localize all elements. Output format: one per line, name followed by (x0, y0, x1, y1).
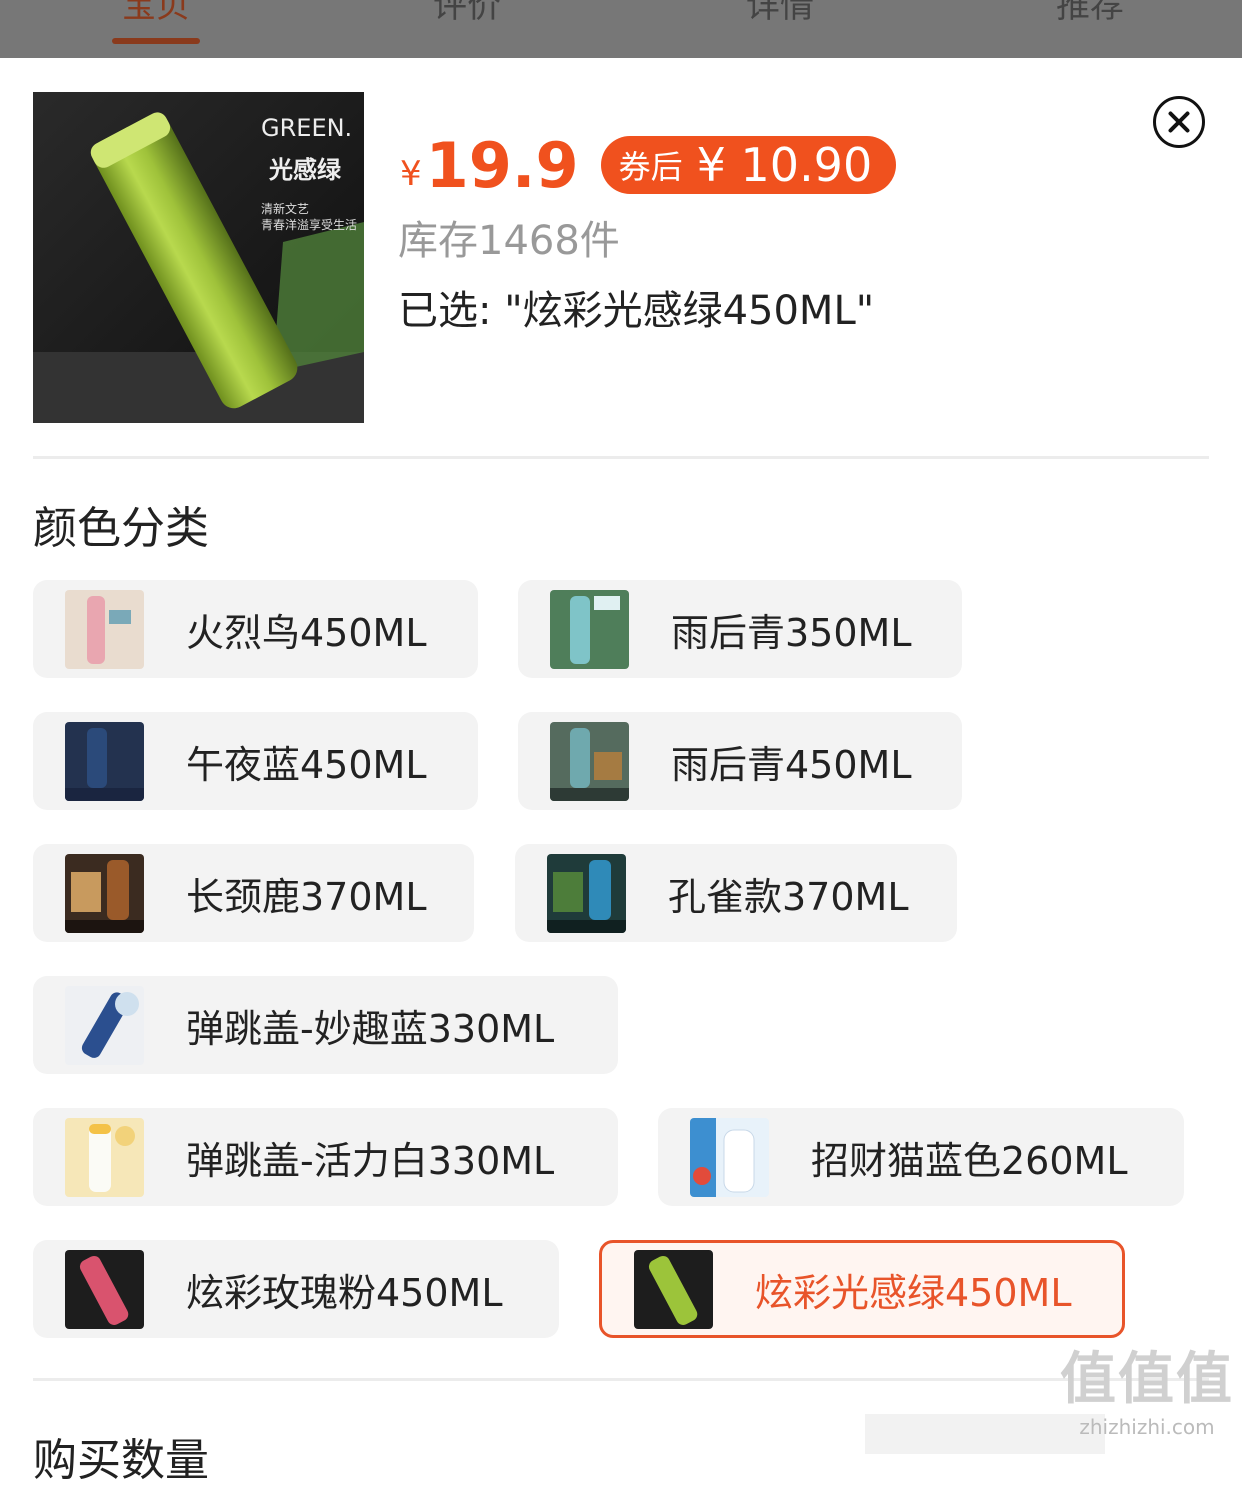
divider (33, 1378, 1209, 1381)
variant-label: 孔雀款370ML (668, 874, 909, 919)
variant-thumbnail (550, 721, 629, 801)
variant-label: 午夜蓝450ML (186, 742, 427, 787)
variant-label: 火烈鸟450ML (186, 610, 427, 655)
coupon-badge: 券后 ¥ 10.90 (600, 136, 897, 194)
active-tab-indicator (112, 38, 200, 44)
variant-thumbnail (65, 853, 144, 933)
variant-thumbnail-graphic (65, 985, 144, 1065)
sku-selection-sheet: GREEN. 光感绿 清新文艺 青春洋溢享受生活 ¥ 19.9 券后 ¥ 10.… (0, 58, 1242, 1486)
tab-pingjia[interactable]: 评价 (387, 0, 547, 27)
variant-option[interactable]: 孔雀款370ML (515, 844, 957, 942)
tab-tuijian[interactable]: 推荐 (1010, 0, 1170, 27)
image-caption-sub2: 青春洋溢享受生活 (261, 218, 358, 232)
variant-thumbnail (550, 589, 629, 669)
watermark-logo: 值值值 (1060, 1347, 1234, 1412)
variant-label: 炫彩玫瑰粉450ML (186, 1270, 503, 1315)
variant-thumbnail (690, 1117, 769, 1197)
coupon-label: 券后 (618, 148, 683, 186)
variant-thumbnail (65, 589, 144, 669)
variant-thumbnail-graphic (690, 1117, 769, 1197)
variant-option[interactable]: 雨后青450ML (518, 712, 962, 810)
variant-thumbnail-graphic (65, 721, 144, 801)
variant-thumbnail (547, 853, 626, 933)
watermark: 值值值 zhizhizhi.com (1060, 1334, 1234, 1439)
variant-thumbnail-graphic (65, 1249, 144, 1329)
variant-thumbnail (65, 1117, 144, 1197)
selected-variant: 已选: "炫彩光感绿450ML" (398, 288, 875, 334)
variant-option[interactable]: 午夜蓝450ML (33, 712, 478, 810)
tab-baobei[interactable]: 宝贝 (76, 0, 236, 27)
variant-thumbnail (65, 1249, 144, 1329)
variant-label: 弹跳盖-活力白330ML (186, 1138, 555, 1183)
variant-thumbnail-graphic (65, 853, 144, 933)
variant-label: 招财猫蓝色260ML (811, 1138, 1128, 1183)
stock-count: 库存1468件 (398, 218, 620, 264)
variant-thumbnail (634, 1249, 713, 1329)
variant-option[interactable]: 弹跳盖-活力白330ML (33, 1108, 618, 1206)
image-caption-green: GREEN. (261, 114, 353, 142)
variant-thumbnail-graphic (547, 853, 626, 933)
variant-label: 炫彩光感绿450ML (755, 1270, 1072, 1315)
variant-option[interactable]: 弹跳盖-妙趣蓝330ML (33, 976, 618, 1074)
variant-label: 雨后青350ML (671, 610, 912, 655)
variant-label: 雨后青450ML (671, 742, 912, 787)
product-image[interactable]: GREEN. 光感绿 清新文艺 青春洋溢享受生活 (33, 92, 364, 423)
currency-symbol: ¥ (400, 154, 422, 194)
variant-thumbnail-graphic (550, 589, 629, 669)
variant-thumbnail-graphic (550, 721, 629, 801)
variant-thumbnail-graphic (65, 589, 144, 669)
divider (33, 456, 1209, 459)
tab-xiangqing[interactable]: 详情 (700, 0, 860, 27)
variant-option[interactable]: 招财猫蓝色260ML (658, 1108, 1184, 1206)
variant-thumbnail (65, 721, 144, 801)
variant-option[interactable]: 雨后青350ML (518, 580, 962, 678)
close-icon[interactable] (1153, 96, 1205, 148)
variant-option[interactable]: 长颈鹿370ML (33, 844, 474, 942)
variant-label: 长颈鹿370ML (186, 874, 427, 919)
variant-label: 弹跳盖-妙趣蓝330ML (186, 1006, 555, 1051)
image-caption-cn: 光感绿 (269, 156, 341, 184)
top-tab-bar: 宝贝 评价 详情 推荐 (0, 0, 1242, 58)
variant-thumbnail-graphic (65, 1117, 144, 1197)
variant-thumbnail-graphic (634, 1249, 713, 1329)
variant-option-selected[interactable]: 炫彩光感绿450ML (599, 1240, 1125, 1338)
coupon-price: ¥ 10.90 (696, 138, 873, 192)
watermark-url: zhizhizhi.com (1079, 1415, 1215, 1439)
variant-thumbnail (65, 985, 144, 1065)
image-caption-sub1: 清新文艺 (261, 202, 310, 216)
price: 19.9 (425, 128, 579, 202)
quantity-section-title: 购买数量 (33, 1435, 209, 1486)
variant-option[interactable]: 火烈鸟450ML (33, 580, 478, 678)
price-row: ¥ 19.9 券后 ¥ 10.90 (400, 128, 897, 202)
color-section-title: 颜色分类 (33, 503, 209, 554)
variant-option[interactable]: 炫彩玫瑰粉450ML (33, 1240, 559, 1338)
